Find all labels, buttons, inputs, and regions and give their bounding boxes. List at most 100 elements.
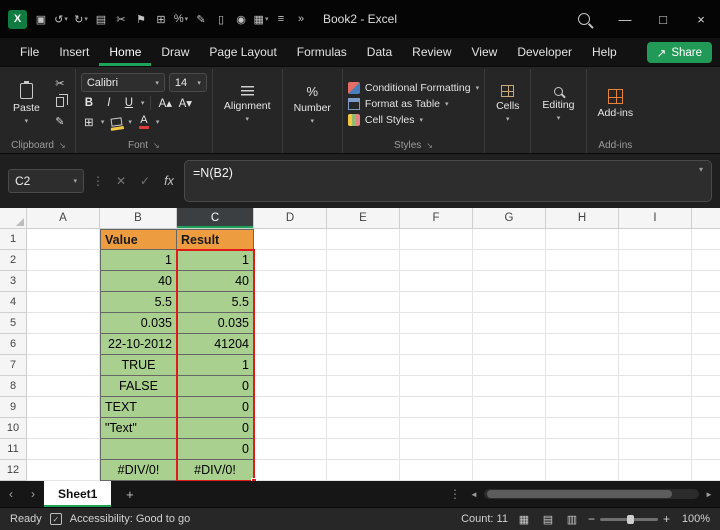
tab-review[interactable]: Review — [402, 38, 461, 66]
cell-H6[interactable] — [546, 334, 619, 355]
paste-button[interactable]: Paste ▾ — [7, 71, 46, 137]
cell-I4[interactable] — [619, 292, 692, 313]
sheet-tab-sheet1[interactable]: Sheet1 — [44, 481, 112, 507]
cell-G8[interactable] — [473, 376, 546, 397]
column-header-B[interactable]: B — [100, 208, 177, 229]
scrollbar-thumb[interactable] — [487, 490, 672, 498]
cell-C5[interactable]: 0.035 — [177, 313, 254, 334]
zoom-slider-thumb[interactable] — [626, 514, 634, 524]
cell-E10[interactable] — [327, 418, 400, 439]
format-painter-icon[interactable]: ✎ — [191, 6, 211, 32]
cell-H5[interactable] — [546, 313, 619, 334]
tab-view[interactable]: View — [462, 38, 508, 66]
cell-B3[interactable]: 40 — [100, 271, 177, 292]
search-icon[interactable] — [578, 13, 590, 25]
cell-G6[interactable] — [473, 334, 546, 355]
minimize-button[interactable]: — — [606, 0, 644, 38]
name-box[interactable]: C2 ▾ — [8, 169, 84, 193]
cell-C11[interactable]: 0 — [177, 439, 254, 460]
share-button[interactable]: ↗ Share — [646, 42, 712, 63]
cell-C4[interactable]: 5.5 — [177, 292, 254, 313]
cell-D4[interactable] — [254, 292, 327, 313]
row-header-8[interactable]: 8 — [0, 376, 27, 397]
italic-button[interactable]: I — [101, 95, 117, 111]
enter-button[interactable]: ✓ — [136, 174, 154, 188]
fill-color-button[interactable] — [108, 114, 124, 130]
sheet-nav-left-icon[interactable]: ‹ — [0, 487, 22, 501]
column-header-C[interactable]: C — [177, 208, 254, 229]
cell-B9[interactable]: TEXT — [100, 397, 177, 418]
cell-D6[interactable] — [254, 334, 327, 355]
cell-H10[interactable] — [546, 418, 619, 439]
font-color-button[interactable]: A — [136, 114, 152, 130]
cell-A4[interactable] — [27, 292, 100, 313]
cell-G5[interactable] — [473, 313, 546, 334]
sheet-bar-options-icon[interactable]: ⋮ — [449, 487, 461, 501]
cell-I1[interactable] — [619, 229, 692, 250]
scrollbar-track[interactable] — [484, 489, 699, 499]
more-commands-icon[interactable]: » — [291, 6, 311, 32]
cell-B8[interactable]: FALSE — [100, 376, 177, 397]
select-all-corner[interactable] — [0, 208, 27, 229]
row-header-6[interactable]: 6 — [0, 334, 27, 355]
cell-F5[interactable] — [400, 313, 473, 334]
cell-I2[interactable] — [619, 250, 692, 271]
cell-C2[interactable]: 1 — [177, 250, 254, 271]
cell-filler-9[interactable] — [692, 397, 720, 418]
tab-home[interactable]: Home — [99, 38, 151, 66]
underline-button[interactable]: U — [121, 95, 137, 111]
zoom-in-button[interactable]: + — [663, 512, 670, 526]
insert-function-button[interactable]: fx — [160, 174, 178, 188]
cell-A5[interactable] — [27, 313, 100, 334]
row-header-7[interactable]: 7 — [0, 355, 27, 376]
cell-I12[interactable] — [619, 460, 692, 481]
borders-icon[interactable]: ⊞ — [151, 6, 171, 32]
cell-F11[interactable] — [400, 439, 473, 460]
column-header-H[interactable]: H — [546, 208, 619, 229]
cell-G1[interactable] — [473, 229, 546, 250]
cell-D5[interactable] — [254, 313, 327, 334]
formula-input[interactable]: =N(B2) ▾ — [184, 160, 712, 202]
cell-A6[interactable] — [27, 334, 100, 355]
cell-B6[interactable]: 22-10-2012 — [100, 334, 177, 355]
cell-D1[interactable] — [254, 229, 327, 250]
cell-A11[interactable] — [27, 439, 100, 460]
cell-G12[interactable] — [473, 460, 546, 481]
cell-F10[interactable] — [400, 418, 473, 439]
tab-page-layout[interactable]: Page Layout — [199, 38, 286, 66]
cell-D10[interactable] — [254, 418, 327, 439]
cell-filler-5[interactable] — [692, 313, 720, 334]
cell-C3[interactable]: 40 — [177, 271, 254, 292]
scroll-right-icon[interactable]: ► — [702, 490, 716, 499]
cell-E6[interactable] — [327, 334, 400, 355]
cell-filler-2[interactable] — [692, 250, 720, 271]
cell-C6[interactable]: 41204 — [177, 334, 254, 355]
column-header-G[interactable]: G — [473, 208, 546, 229]
cell-B11[interactable] — [100, 439, 177, 460]
horizontal-scrollbar[interactable]: ◄ ► — [467, 489, 716, 499]
tab-developer[interactable]: Developer — [507, 38, 582, 66]
cell-E5[interactable] — [327, 313, 400, 334]
cell-F9[interactable] — [400, 397, 473, 418]
cell-A7[interactable] — [27, 355, 100, 376]
cell-C8[interactable]: 0 — [177, 376, 254, 397]
cancel-button[interactable]: ✕ — [112, 174, 130, 188]
cell-I8[interactable] — [619, 376, 692, 397]
cell-H3[interactable] — [546, 271, 619, 292]
dialog-launcher-icon[interactable]: ↘ — [426, 141, 433, 150]
cell-H9[interactable] — [546, 397, 619, 418]
grow-font-button[interactable]: A▴ — [157, 95, 173, 111]
cell-I3[interactable] — [619, 271, 692, 292]
cell-D8[interactable] — [254, 376, 327, 397]
cell-E7[interactable] — [327, 355, 400, 376]
cell-H2[interactable] — [546, 250, 619, 271]
flag-icon[interactable]: ⚑ — [131, 6, 151, 32]
column-header-F[interactable]: F — [400, 208, 473, 229]
cell-B7[interactable]: TRUE — [100, 355, 177, 376]
column-header-D[interactable]: D — [254, 208, 327, 229]
cell-I10[interactable] — [619, 418, 692, 439]
cell-C10[interactable]: 0 — [177, 418, 254, 439]
cell-I6[interactable] — [619, 334, 692, 355]
cell-A9[interactable] — [27, 397, 100, 418]
row-header-1[interactable]: 1 — [0, 229, 27, 250]
